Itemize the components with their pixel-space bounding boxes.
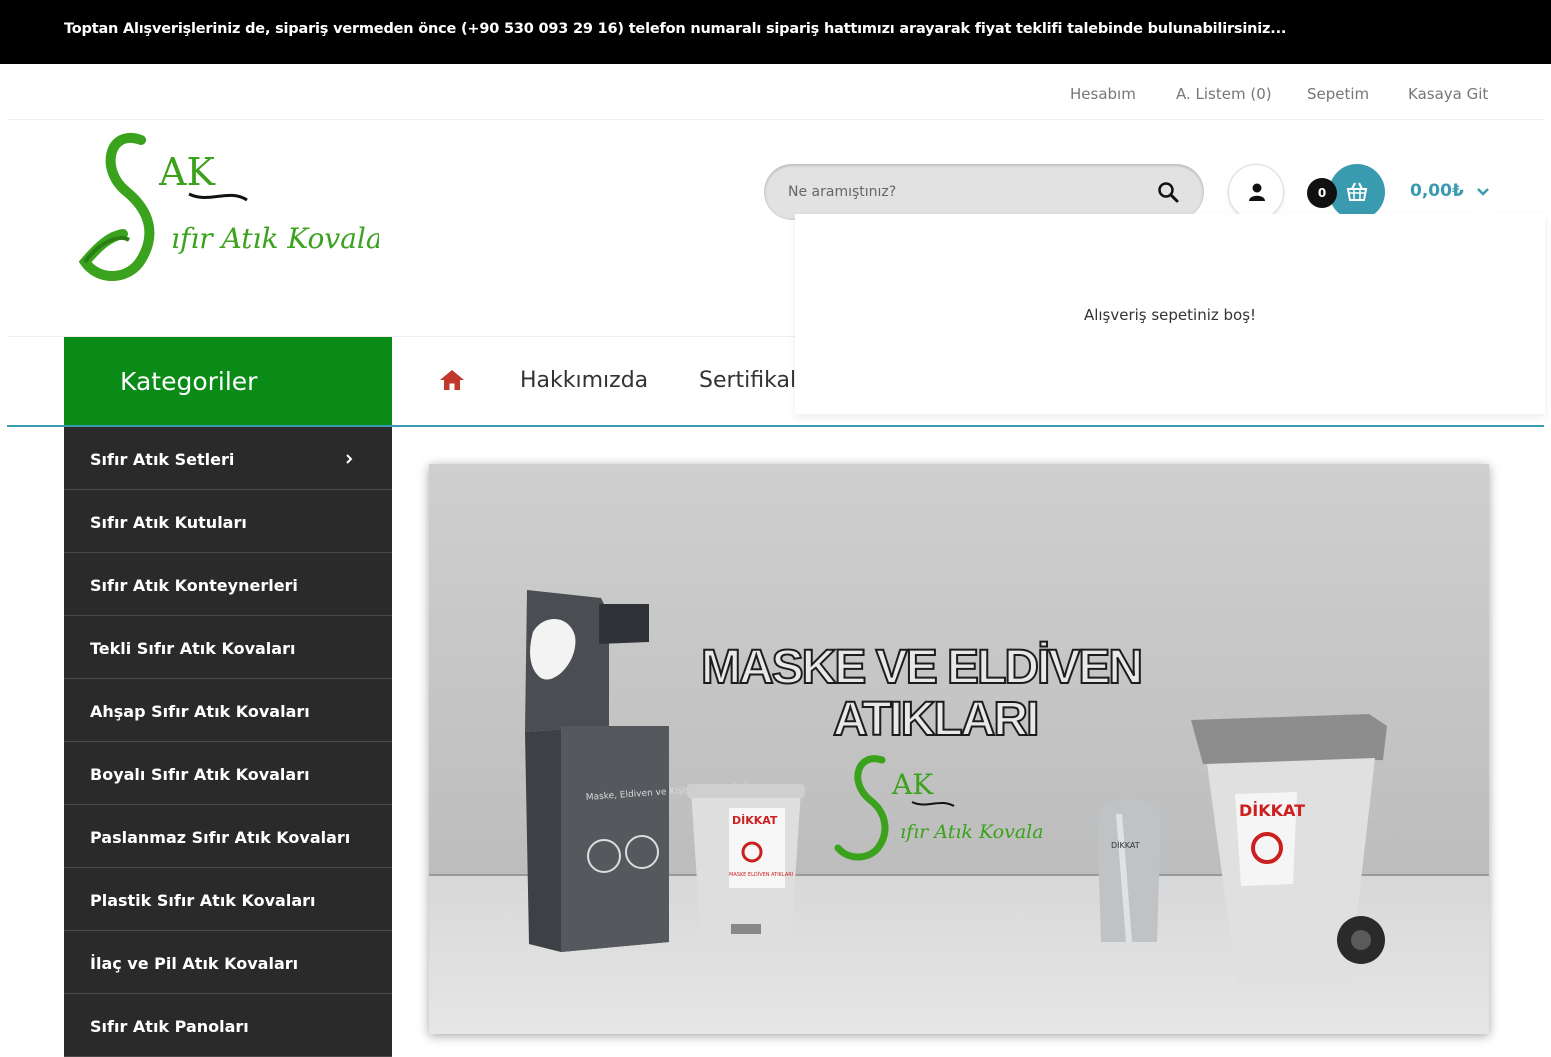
cart-icon-circle [1329, 164, 1385, 220]
logo-tagline: ıfır Atık Kovaları [171, 222, 379, 255]
page: Hesabım A. Listem (0) Sepetim Kasaya Git… [7, 64, 1545, 1057]
announcement-bar: Toptan Alışverişleriniz de, sipariş verm… [0, 0, 1551, 64]
category-item[interactable]: İlaç ve Pil Atık Kovaları [64, 931, 392, 994]
category-label: Sıfır Atık Kutuları [90, 513, 247, 532]
category-label: İlaç ve Pil Atık Kovaları [90, 954, 299, 973]
cart-count-badge: 0 [1307, 178, 1337, 208]
steel-bin-warning: DİKKAT [1111, 840, 1140, 850]
category-label: Boyalı Sıfır Atık Kovaları [90, 765, 310, 784]
search-icon[interactable] [1156, 180, 1180, 204]
search-input[interactable] [788, 182, 1128, 202]
category-label: Ahşap Sıfır Atık Kovaları [90, 702, 310, 721]
category-label: Sıfır Atık Panoları [90, 1017, 249, 1036]
utility-bar: Hesabım A. Listem (0) Sepetim Kasaya Git [7, 64, 1544, 120]
category-item[interactable]: Plastik Sıfır Atık Kovaları [64, 868, 392, 931]
category-menu: Sıfır Atık Setleri Sıfır Atık Kutuları S… [64, 427, 392, 1057]
nav-link-about[interactable]: Hakkımızda [520, 368, 648, 393]
category-label: Paslanmaz Sıfır Atık Kovaları [90, 828, 351, 847]
cart-button[interactable]: 0 0,00₺ [1307, 164, 1497, 220]
category-item[interactable]: Sıfır Atık Panoları [64, 994, 392, 1057]
wishlist-link[interactable]: A. Listem (0) [1176, 85, 1272, 103]
category-item[interactable]: Sıfır Atık Kutuları [64, 490, 392, 553]
banner-logo-tagline: ıfır Atık Kovaları [900, 821, 1044, 843]
cart-link[interactable]: Sepetim [1307, 85, 1369, 103]
announcement-text: Toptan Alışverişleriniz de, sipariş verm… [64, 21, 1287, 37]
user-icon [1249, 183, 1265, 201]
category-item[interactable]: Sıfır Atık Konteynerleri [64, 553, 392, 616]
banner-title-line1: MASKE VE ELDİVEN [700, 640, 1144, 695]
container-warning: DİKKAT [1239, 801, 1305, 820]
category-item[interactable]: Paslanmaz Sıfır Atık Kovaları [64, 805, 392, 868]
categories-title: Kategoriler [120, 367, 258, 396]
chevron-down-icon [1477, 188, 1489, 196]
categories-header[interactable]: Kategoriler [64, 337, 392, 426]
cart-empty-message: Alışveriş sepetiniz boş! [1083, 306, 1257, 324]
banner-logo-ak: AK [891, 768, 934, 801]
basket-icon [1346, 182, 1368, 201]
dropdown-arrow [1472, 204, 1492, 214]
site-logo[interactable]: AK ıfır Atık Kovaları [78, 130, 405, 285]
category-item[interactable]: Sıfır Atık Setleri [64, 427, 392, 490]
checkout-link[interactable]: Kasaya Git [1408, 85, 1488, 103]
category-label: Sıfır Atık Konteynerleri [90, 576, 298, 595]
banner-logo: AK ıfır Atık Kovaları [834, 755, 1044, 861]
account-link[interactable]: Hesabım [1070, 85, 1136, 103]
hero-banner[interactable]: Maske, Eldiven ve Kişisel Hijyen Atığı D… [429, 464, 1489, 1034]
account-button[interactable] [1228, 164, 1284, 220]
category-label: Sıfır Atık Setleri [90, 450, 235, 469]
chevron-right-icon [346, 454, 353, 464]
bin-label: MASKE ELDİVEN ATIKLARI [729, 871, 793, 878]
bin-warning: DİKKAT [732, 813, 778, 827]
logo-mark: AK ıfır Atık Kovaları [78, 133, 405, 281]
home-icon[interactable] [439, 369, 465, 391]
banner-product-art: Maske, Eldiven ve Kişisel Hijyen Atığı D… [525, 590, 1387, 984]
category-label: Plastik Sıfır Atık Kovaları [90, 891, 316, 910]
logo-ak: AK [158, 150, 215, 194]
banner-title-line2: ATIKLARI [832, 692, 1040, 747]
cart-total: 0,00₺ [1410, 181, 1464, 201]
category-item[interactable]: Tekli Sıfır Atık Kovaları [64, 616, 392, 679]
cart-dropdown: Alışveriş sepetiniz boş! [795, 214, 1545, 414]
category-item[interactable]: Ahşap Sıfır Atık Kovaları [64, 679, 392, 742]
category-label: Tekli Sıfır Atık Kovaları [90, 639, 296, 658]
search-bar [764, 164, 1204, 220]
category-item[interactable]: Boyalı Sıfır Atık Kovaları [64, 742, 392, 805]
